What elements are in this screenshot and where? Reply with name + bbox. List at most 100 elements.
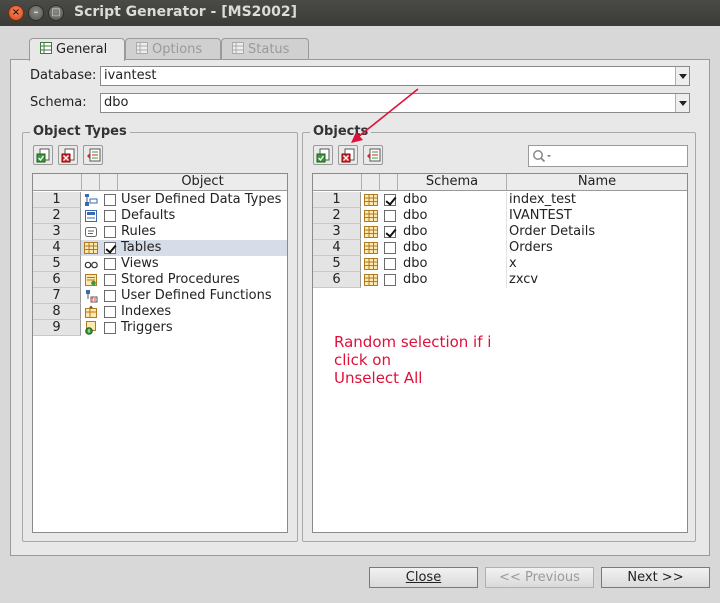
icon-header	[362, 174, 380, 190]
object-column-header[interactable]: Object	[118, 174, 287, 190]
row-number-header	[33, 174, 82, 190]
object-checkbox[interactable]	[384, 194, 396, 206]
previous-button-label: << Previous	[499, 570, 580, 585]
schema-column-header[interactable]: Schema	[398, 174, 507, 190]
table-icon	[364, 225, 378, 239]
object-type-label: Indexes	[121, 304, 172, 319]
object-type-checkbox[interactable]	[104, 226, 116, 238]
object-types-grid: Object 1 User Defined Data Types 2 Defaults…	[32, 173, 288, 533]
row-number: 3	[33, 224, 81, 240]
object-row[interactable]: 6 dbo zxcv	[313, 272, 687, 288]
row-number: 4	[33, 240, 81, 256]
object-row[interactable]: 5 dbo x	[313, 256, 687, 272]
object-type-row-stored-procedures[interactable]: 6 Stored Procedures	[33, 272, 287, 288]
object-name: zxcv	[509, 272, 539, 287]
object-name: x	[509, 256, 517, 271]
row-number: 7	[33, 288, 81, 304]
object-type-label: User Defined Functions	[121, 288, 272, 303]
cell-divider	[506, 272, 507, 288]
object-type-checkbox[interactable]	[104, 258, 116, 270]
object-type-row-tables[interactable]: 4 Tables	[33, 240, 287, 256]
object-row[interactable]: 1 dbo index_test	[313, 192, 687, 208]
object-types-title: Object Types	[30, 124, 130, 139]
window-maximize-button[interactable]: □	[48, 5, 64, 21]
table-icon	[364, 273, 378, 287]
object-schema: dbo	[403, 208, 428, 223]
close-button[interactable]: Close	[369, 567, 478, 588]
invert-selection-objects-button[interactable]	[363, 145, 383, 165]
database-label: Database:	[30, 68, 97, 83]
object-type-checkbox[interactable]	[104, 290, 116, 302]
name-column-header[interactable]: Name	[507, 174, 687, 190]
object-row[interactable]: 2 dbo IVANTEST	[313, 208, 687, 224]
object-schema: dbo	[403, 256, 428, 271]
minimize-icon: –	[33, 7, 39, 18]
select-all-objects-button[interactable]	[313, 145, 333, 165]
object-type-checkbox[interactable]	[104, 242, 116, 254]
previous-button[interactable]: << Previous	[485, 567, 594, 588]
trigger-icon	[84, 321, 98, 335]
object-type-row-triggers[interactable]: 9 Triggers	[33, 320, 287, 336]
objects-header: Schema Name	[313, 174, 687, 191]
index-icon	[84, 305, 98, 319]
invert-selection-icon	[367, 148, 381, 162]
object-type-row-user-defined-data-types[interactable]: 1 User Defined Data Types	[33, 192, 287, 208]
next-button[interactable]: Next >>	[601, 567, 710, 588]
unselect-all-types-button[interactable]	[58, 145, 78, 165]
general-tab-icon	[40, 42, 52, 54]
object-type-checkbox[interactable]	[104, 274, 116, 286]
select-all-icon	[316, 148, 330, 163]
default-icon	[84, 209, 98, 223]
tab-status[interactable]: Status	[221, 38, 309, 60]
object-checkbox[interactable]	[384, 210, 396, 222]
search-icon	[533, 150, 551, 163]
object-type-label: Defaults	[121, 208, 176, 223]
database-value: ivantest	[104, 68, 157, 83]
object-checkbox[interactable]	[384, 274, 396, 286]
object-checkbox[interactable]	[384, 258, 396, 270]
object-checkbox[interactable]	[384, 242, 396, 254]
chevron-down-icon[interactable]	[675, 94, 689, 112]
object-checkbox[interactable]	[384, 226, 396, 238]
object-type-row-defaults[interactable]: 2 Defaults	[33, 208, 287, 224]
select-all-icon	[36, 148, 50, 163]
procedure-icon	[84, 273, 98, 287]
schema-label: Schema:	[30, 95, 87, 110]
object-row[interactable]: 4 dbo Orders	[313, 240, 687, 256]
object-type-checkbox[interactable]	[104, 306, 116, 318]
next-button-label: Next >>	[627, 570, 684, 585]
window-minimize-button[interactable]: –	[28, 5, 44, 21]
objects-search-input[interactable]	[528, 145, 688, 167]
tab-options-label: Options	[152, 42, 203, 57]
object-name: index_test	[509, 192, 577, 207]
tab-general[interactable]: General	[29, 38, 125, 61]
unselect-all-objects-button[interactable]	[338, 145, 358, 165]
invert-selection-types-button[interactable]	[83, 145, 103, 165]
close-button-label: Close	[405, 570, 442, 585]
object-type-row-indexes[interactable]: 8 Indexes	[33, 304, 287, 320]
status-tab-icon	[232, 42, 244, 54]
table-icon	[364, 193, 378, 207]
cell-divider	[506, 192, 507, 208]
object-type-checkbox[interactable]	[104, 194, 116, 206]
object-type-checkbox[interactable]	[104, 322, 116, 334]
chevron-down-icon[interactable]	[675, 67, 689, 85]
row-number: 6	[313, 272, 361, 288]
object-type-row-user-defined-functions[interactable]: 7 fx User Defined Functions	[33, 288, 287, 304]
object-name: Order Details	[509, 224, 596, 239]
database-combo[interactable]: ivantest	[100, 66, 690, 86]
object-name: IVANTEST	[509, 208, 572, 223]
row-number: 1	[33, 192, 81, 208]
check-header	[100, 174, 118, 190]
object-schema: dbo	[403, 224, 428, 239]
select-all-types-button[interactable]	[33, 145, 53, 165]
schema-combo[interactable]: dbo	[100, 93, 690, 113]
object-type-checkbox[interactable]	[104, 210, 116, 222]
object-type-row-views[interactable]: 5 Views	[33, 256, 287, 272]
table-icon	[364, 209, 378, 223]
window-close-button[interactable]: ×	[8, 5, 24, 21]
tab-options[interactable]: Options	[125, 38, 221, 60]
object-row[interactable]: 3 dbo Order Details	[313, 224, 687, 240]
object-type-row-rules[interactable]: 3 Rules	[33, 224, 287, 240]
row-number: 2	[33, 208, 81, 224]
